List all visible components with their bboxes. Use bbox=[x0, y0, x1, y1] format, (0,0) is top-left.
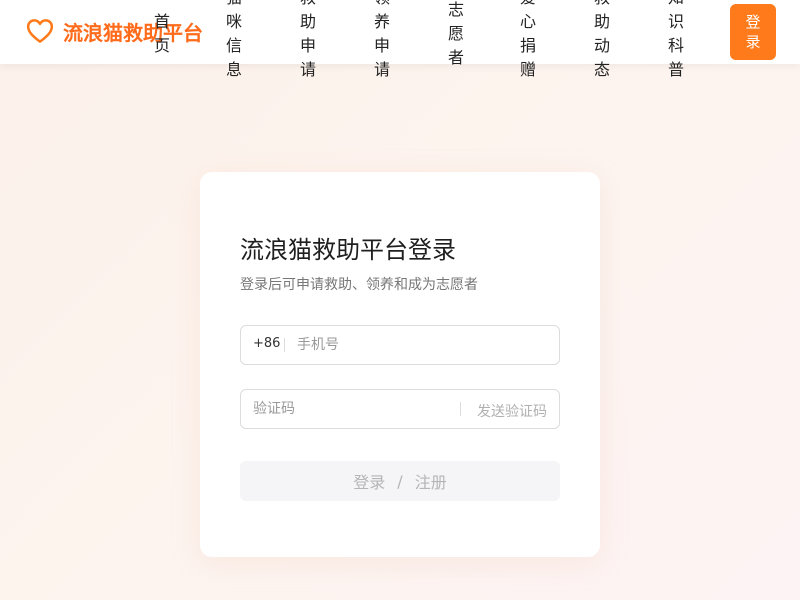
login-register-button[interactable]: 登录 / 注册 bbox=[240, 461, 560, 501]
header-login-button[interactable]: 登录 bbox=[730, 4, 776, 60]
nav-item-rescue-apply[interactable]: 救助申请 bbox=[299, 0, 317, 82]
top-navbar: 流浪猫救助平台 首页 猫咪信息 救助申请 领养申请 志愿者 爱心捐赠 救助动态 … bbox=[0, 0, 800, 79]
send-code-button[interactable]: 发送验证码 bbox=[477, 401, 547, 421]
login-subtitle: 登录后可申请救助、领养和成为志愿者 bbox=[240, 277, 478, 293]
phone-input[interactable] bbox=[297, 326, 547, 364]
nav-item-volunteer[interactable]: 志愿者 bbox=[447, 0, 465, 70]
nav-item-donation[interactable]: 爱心捐赠 bbox=[519, 0, 537, 82]
brand-logo[interactable]: 流浪猫救助平台 bbox=[25, 16, 203, 46]
submit-separator: / bbox=[397, 471, 403, 491]
header-login-label: 登录 bbox=[745, 13, 761, 51]
verification-code-field: 发送验证码 bbox=[240, 389, 560, 429]
nav-item-adopt-apply[interactable]: 领养申请 bbox=[373, 0, 391, 82]
heart-icon bbox=[25, 16, 55, 46]
login-card: 流浪猫救助平台登录 登录后可申请救助、领养和成为志愿者 +86 发送验证码 登录… bbox=[200, 172, 600, 557]
phone-field: +86 bbox=[240, 325, 560, 365]
code-divider bbox=[460, 402, 461, 416]
login-title: 流浪猫救助平台登录 bbox=[240, 236, 456, 264]
login-label: 登录 bbox=[353, 473, 386, 492]
nav-item-home[interactable]: 首页 bbox=[153, 10, 171, 58]
country-code-prefix: +86 bbox=[253, 336, 281, 351]
nav-item-knowledge[interactable]: 知识科普 bbox=[667, 0, 685, 82]
register-label: 注册 bbox=[414, 473, 447, 492]
nav-item-rescue-news[interactable]: 救助动态 bbox=[593, 0, 611, 82]
prefix-divider bbox=[284, 338, 285, 352]
nav-item-cat-info[interactable]: 猫咪信息 bbox=[225, 0, 243, 82]
brand-name: 流浪猫救助平台 bbox=[63, 20, 203, 45]
verification-code-input[interactable] bbox=[253, 390, 453, 428]
